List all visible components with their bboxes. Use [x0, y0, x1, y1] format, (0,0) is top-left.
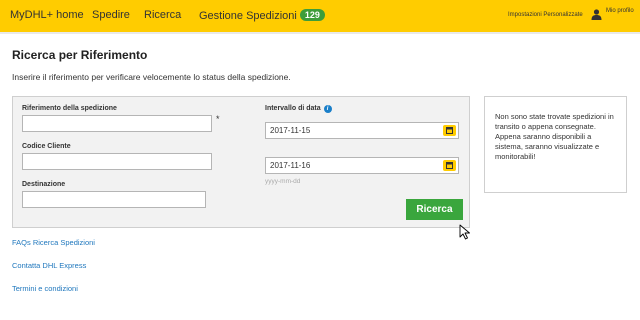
- settings-link[interactable]: Impostazioni Personalizzate: [508, 12, 583, 18]
- destination-label: Destinazione: [22, 181, 66, 188]
- terms-link[interactable]: Termini e condizioni: [12, 284, 78, 293]
- info-icon[interactable]: i: [323, 105, 332, 113]
- date-range-label: Intervallo di data i: [265, 105, 332, 113]
- faq-link[interactable]: FAQs Ricerca Spedizioni: [12, 238, 95, 247]
- date-to-value: 2017-11-16: [270, 161, 311, 170]
- search-form-panel: Riferimento della spedizione * Codice Cl…: [12, 96, 470, 228]
- date-range-label-text: Intervallo di data: [265, 105, 321, 112]
- destination-input[interactable]: [22, 191, 206, 208]
- date-from-value: 2017-11-15: [270, 126, 311, 135]
- search-button[interactable]: Ricerca: [406, 199, 463, 220]
- calendar-to-button[interactable]: [443, 160, 456, 171]
- date-format-hint: yyyy-mm-dd: [265, 178, 301, 185]
- no-shipments-notice: Non sono state trovate spedizioni in tra…: [484, 96, 627, 193]
- shipment-count-badge: 129: [299, 9, 325, 21]
- mouse-cursor-icon: [459, 224, 470, 240]
- calendar-icon: [446, 162, 453, 169]
- notice-text: Non sono state trovate spedizioni in tra…: [495, 112, 614, 161]
- profile-link[interactable]: Mio profilo: [606, 8, 634, 14]
- nav-manage-shipments-link[interactable]: Gestione Spedizioni 129: [199, 9, 325, 22]
- top-nav-bar: MyDHL+ home Spedire Ricerca Gestione Spe…: [0, 0, 640, 32]
- reference-label: Riferimento della spedizione: [22, 105, 117, 112]
- main-content: Ricerca per Riferimento Inserire il rife…: [0, 34, 640, 320]
- contact-link[interactable]: Contatta DHL Express: [12, 261, 86, 270]
- page-title: Ricerca per Riferimento: [12, 48, 148, 62]
- nav-manage-label: Gestione Spedizioni: [199, 10, 297, 22]
- date-to-field[interactable]: 2017-11-16: [265, 157, 459, 174]
- required-mark: *: [216, 114, 220, 124]
- calendar-from-button[interactable]: [443, 125, 456, 136]
- date-from-field[interactable]: 2017-11-15: [265, 122, 459, 139]
- nav-search-link[interactable]: Ricerca: [144, 9, 181, 21]
- nav-home-link[interactable]: MyDHL+ home: [10, 9, 84, 21]
- customer-code-input[interactable]: [22, 153, 212, 170]
- customer-code-label: Codice Cliente: [22, 143, 71, 150]
- calendar-icon: [446, 127, 453, 134]
- user-icon[interactable]: [591, 9, 602, 20]
- intro-text: Inserire il riferimento per verificare v…: [12, 72, 291, 82]
- nav-ship-link[interactable]: Spedire: [92, 9, 130, 21]
- reference-input[interactable]: [22, 115, 212, 132]
